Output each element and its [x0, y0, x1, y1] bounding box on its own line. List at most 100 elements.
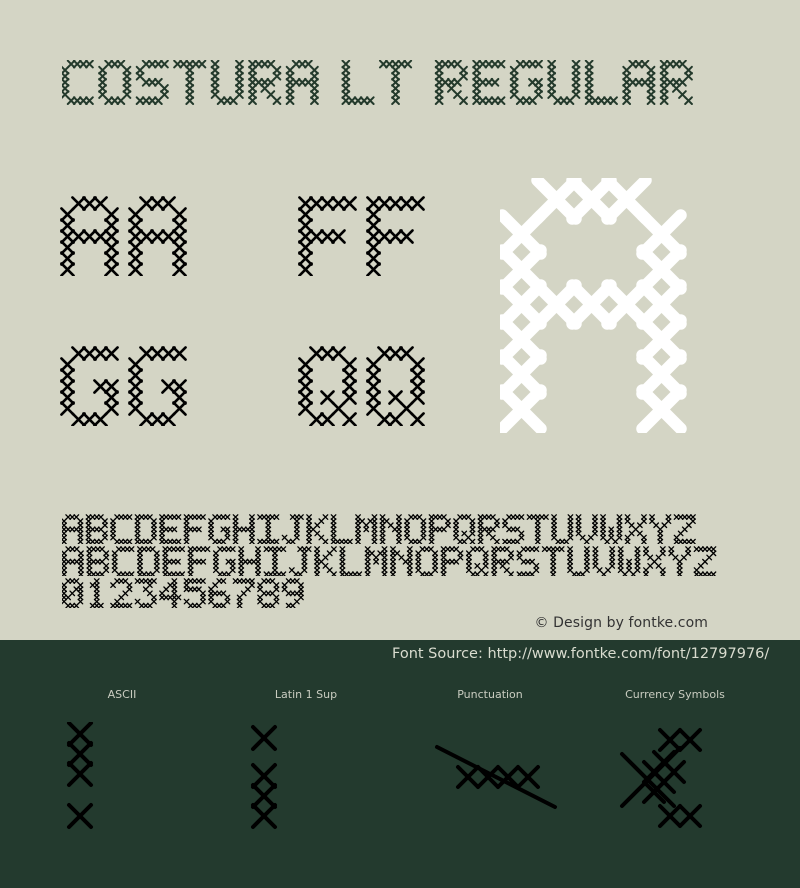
stitch	[617, 562, 624, 569]
stitch	[229, 546, 236, 553]
stitch	[159, 514, 165, 520]
glyph-lower-a	[62, 546, 84, 576]
stitch	[643, 567, 649, 574]
stitch	[528, 96, 537, 105]
stitch	[330, 518, 337, 525]
stitch	[298, 207, 313, 222]
stitch	[67, 741, 93, 767]
stitch	[583, 554, 590, 561]
stitch	[289, 602, 296, 608]
stitch	[104, 251, 119, 266]
font-source-link[interactable]: Font Source: http://www.fontke.com/font/…	[392, 646, 769, 662]
stitch	[320, 229, 335, 244]
stitch	[410, 357, 425, 372]
stitch	[232, 578, 239, 584]
stitch	[195, 602, 202, 608]
stitch	[60, 251, 75, 266]
stitch	[567, 546, 574, 553]
stitch	[251, 783, 277, 809]
stitch	[249, 514, 255, 520]
stitch	[514, 514, 521, 520]
stitch	[93, 582, 100, 589]
category-glyph-currency[interactable]	[614, 722, 706, 832]
stitch	[432, 550, 439, 557]
stitch	[142, 602, 149, 608]
stitch	[491, 562, 498, 569]
stitch	[500, 384, 547, 433]
stitch	[126, 582, 133, 589]
stitch	[490, 77, 500, 87]
stitch	[179, 571, 186, 576]
category-glyph-ascii[interactable]	[60, 722, 100, 832]
stitch	[657, 534, 664, 541]
stitch	[342, 538, 349, 544]
stitch	[641, 534, 647, 541]
stitch	[366, 357, 381, 372]
stitch	[432, 558, 439, 565]
stitch	[339, 554, 346, 561]
stitch	[212, 554, 219, 561]
stitch	[634, 550, 641, 557]
stitch	[524, 546, 531, 553]
category-glyph-latin1[interactable]	[244, 722, 284, 832]
stitch	[82, 229, 97, 244]
glyph-lower-g	[128, 346, 187, 426]
stitch	[415, 562, 422, 569]
stitch	[139, 412, 154, 426]
stitch	[162, 550, 169, 557]
stitch	[172, 207, 187, 222]
stitch	[172, 229, 187, 244]
stitch	[550, 567, 557, 574]
stitch	[477, 534, 484, 541]
stitch	[85, 518, 92, 525]
stitch	[86, 562, 93, 569]
stitch	[69, 546, 76, 553]
stitch	[457, 550, 464, 557]
stitch	[86, 550, 93, 557]
stitch	[238, 567, 245, 574]
stitch	[153, 562, 160, 569]
stitch	[567, 530, 574, 537]
stitch	[496, 96, 506, 105]
stitch	[150, 346, 165, 361]
stitch	[533, 546, 540, 553]
stitch	[567, 554, 574, 561]
stitch	[330, 522, 337, 529]
stitch	[673, 514, 680, 520]
stitch	[103, 562, 110, 569]
stitch	[85, 538, 92, 544]
stitch	[183, 518, 190, 525]
stitch	[657, 526, 664, 533]
stitch	[381, 567, 388, 574]
glyph-G	[509, 60, 543, 105]
stitch	[196, 558, 202, 565]
stitch	[265, 518, 272, 525]
stitch	[293, 530, 300, 537]
stitch	[216, 602, 223, 608]
stitch	[151, 530, 157, 537]
stitch	[339, 558, 346, 565]
stitch	[221, 546, 228, 553]
stitch	[146, 578, 153, 584]
alphabet-uppercase	[62, 514, 696, 544]
stitch	[93, 412, 108, 426]
stitch	[534, 522, 541, 529]
stitch	[159, 526, 165, 533]
stitch	[612, 538, 619, 544]
stitch	[249, 526, 255, 533]
stitch	[676, 571, 683, 576]
glyph-lower-x	[643, 546, 666, 576]
category-glyph-punctuation[interactable]	[430, 740, 562, 815]
stitch	[93, 590, 100, 597]
stitch	[330, 571, 337, 576]
stitch	[496, 60, 506, 69]
stitch	[171, 602, 178, 608]
stitch	[643, 571, 649, 576]
stitch	[103, 550, 110, 557]
stitch	[551, 518, 557, 525]
stitch	[69, 526, 76, 533]
stitch	[172, 390, 187, 405]
stitch	[457, 538, 464, 544]
stitch	[516, 550, 523, 557]
stitch	[137, 550, 143, 557]
